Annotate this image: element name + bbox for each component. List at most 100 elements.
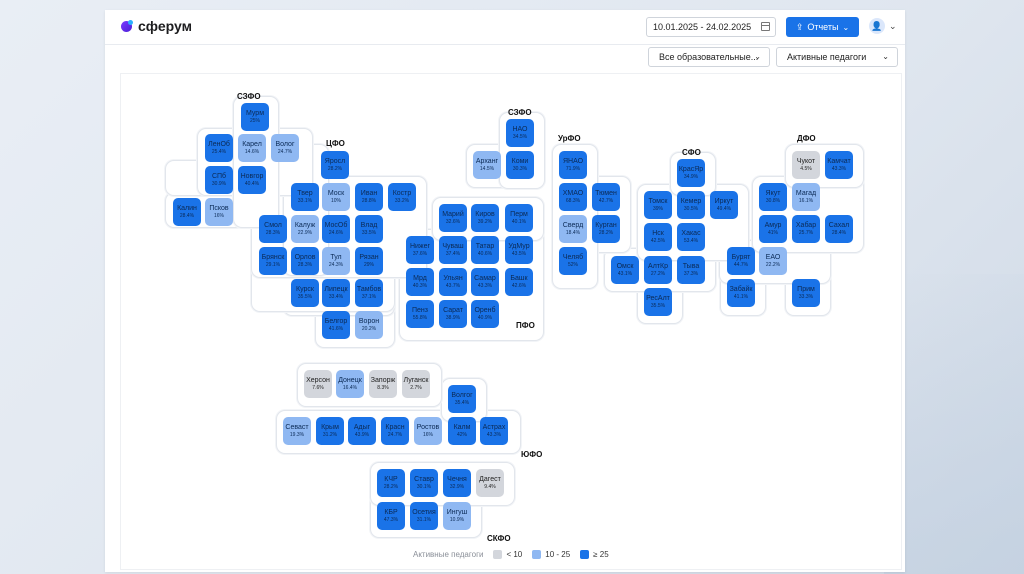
region-tile[interactable]: Тюмен 42.7% xyxy=(592,183,620,211)
region-tile[interactable]: Сарат 38.9% xyxy=(439,300,467,328)
region-tile[interactable]: Бурят 44.7% xyxy=(727,247,755,275)
region-tile[interactable]: Орлов 28.3% xyxy=(291,247,319,275)
region-tile[interactable]: ЕАО 22.2% xyxy=(759,247,787,275)
region-tile[interactable]: Костр 33.2% xyxy=(388,183,416,211)
region-tile[interactable]: Амур 41% xyxy=(759,215,787,243)
region-tile[interactable]: Луганск 2.7% xyxy=(402,370,430,398)
region-tile[interactable]: ХМАО 68.3% xyxy=(559,183,587,211)
region-tile[interactable]: ЯНАО 71.9% xyxy=(559,151,587,179)
region-tile[interactable]: Волгог 35.4% xyxy=(448,385,476,413)
region-tile[interactable]: Рязан 29% xyxy=(355,247,383,275)
region-tile[interactable]: Татар 40.6% xyxy=(471,236,499,264)
region-tile[interactable]: Башк 42.6% xyxy=(505,268,533,296)
region-tile[interactable]: Запорж 8.3% xyxy=(369,370,397,398)
region-tile[interactable]: Астрах 43.3% xyxy=(480,417,508,445)
region-tile[interactable]: Арханг 14.5% xyxy=(473,151,501,179)
region-tile[interactable]: Белгор 41.6% xyxy=(322,311,350,339)
region-tile[interactable]: Хабар 25.7% xyxy=(792,215,820,243)
region-tile[interactable]: Влад 33.5% xyxy=(355,215,383,243)
region-tile[interactable]: РесАлт 35.5% xyxy=(644,288,672,316)
region-tile[interactable]: Сахал 28.4% xyxy=(825,215,853,243)
region-tile[interactable]: Забайк 41.1% xyxy=(727,279,755,307)
region-tile[interactable]: Адыг 43.9% xyxy=(348,417,376,445)
region-tile[interactable]: УдМур 43.5% xyxy=(505,236,533,264)
user-avatar-icon[interactable]: 👤 xyxy=(869,18,885,34)
region-tile[interactable]: Ставр 30.1% xyxy=(410,469,438,497)
region-tile[interactable]: Коми 30.3% xyxy=(506,151,534,179)
region-tile[interactable]: Нск 42.5% xyxy=(644,223,672,251)
region-tile[interactable]: Нижег 37.6% xyxy=(406,236,434,264)
region-tile[interactable]: Мурм 25% xyxy=(241,103,269,131)
region-tile[interactable]: ЛенОб 25.4% xyxy=(205,134,233,162)
region-tile[interactable]: Самар 43.3% xyxy=(471,268,499,296)
calendar-icon[interactable] xyxy=(761,22,770,31)
region-name: Яросл xyxy=(324,157,346,165)
region-tile[interactable]: Ингуш 10.9% xyxy=(443,502,471,530)
region-tile[interactable]: Перм 40.1% xyxy=(505,204,533,232)
region-tile[interactable]: АлтКр 27.2% xyxy=(644,256,672,284)
region-tile[interactable]: Камчат 43.3% xyxy=(825,151,853,179)
region-tile[interactable]: Челяб 52% xyxy=(559,247,587,275)
region-tile[interactable]: Псков 16% xyxy=(205,198,233,226)
region-tile[interactable]: Моск 10% xyxy=(322,183,350,211)
region-tile[interactable]: КБР 47.3% xyxy=(377,502,405,530)
user-menu[interactable]: 👤 ⌄ xyxy=(869,18,897,34)
region-tile[interactable]: Дагест 9.4% xyxy=(476,469,504,497)
region-tile[interactable]: Смол 28.3% xyxy=(259,215,287,243)
metric-select[interactable]: Активные педагоги ⌄ xyxy=(776,47,898,67)
region-tile[interactable]: Курск 35.5% xyxy=(291,279,319,307)
region-tile[interactable]: Магад 16.1% xyxy=(792,183,820,211)
region-tile[interactable]: КЧР 28.2% xyxy=(377,469,405,497)
region-tile[interactable]: Чуваш 37.4% xyxy=(439,236,467,264)
region-tile[interactable]: Кемер 30.5% xyxy=(677,191,705,219)
region-tile[interactable]: Брянск 29.1% xyxy=(259,247,287,275)
region-tile[interactable]: Иван 28.8% xyxy=(355,183,383,211)
region-tile[interactable]: Ульян 43.7% xyxy=(439,268,467,296)
region-tile[interactable]: Твер 33.1% xyxy=(291,183,319,211)
region-tile[interactable]: Сверд 18.4% xyxy=(559,215,587,243)
region-tile[interactable]: Чукот 4.5% xyxy=(792,151,820,179)
region-tile[interactable]: КрасЯр 34.9% xyxy=(677,159,705,187)
brand-logo[interactable]: сферум xyxy=(121,18,192,34)
region-tile[interactable]: Тул 24.3% xyxy=(322,247,350,275)
region-tile[interactable]: Новгор 40.4% xyxy=(238,166,266,194)
region-tile[interactable]: Курган 28.2% xyxy=(592,215,620,243)
region-tile[interactable]: НАО 34.5% xyxy=(506,119,534,147)
region-tile[interactable]: Херсон 7.6% xyxy=(304,370,332,398)
region-tile[interactable]: Томск 39% xyxy=(644,191,672,219)
region-tile[interactable]: Севаст 19.3% xyxy=(283,417,311,445)
region-tile[interactable]: Киров 39.2% xyxy=(471,204,499,232)
region-tile[interactable]: Оренб 40.9% xyxy=(471,300,499,328)
org-select[interactable]: Все образовательные... ⌄ xyxy=(648,47,770,67)
region-tile[interactable]: Иркут 49.4% xyxy=(710,191,738,219)
region-tile[interactable]: МосОб 24.6% xyxy=(322,215,350,243)
region-tile[interactable]: Калм 42% xyxy=(448,417,476,445)
date-range-input[interactable]: 10.01.2025 - 24.02.2025 xyxy=(646,17,776,37)
region-tile[interactable]: Чечня 32.9% xyxy=(443,469,471,497)
region-tile[interactable]: Красн 24.7% xyxy=(381,417,409,445)
district-label: ЦФО xyxy=(326,139,345,148)
region-tile[interactable]: Тамбов 37.1% xyxy=(355,279,383,307)
region-tile[interactable]: Ростов 16% xyxy=(414,417,442,445)
region-tile[interactable]: Якут 30.8% xyxy=(759,183,787,211)
region-tile[interactable]: Тыва 37.3% xyxy=(677,256,705,284)
chevron-down-icon: ⌄ xyxy=(889,20,897,31)
region-tile[interactable]: Осетия 31.1% xyxy=(410,502,438,530)
region-tile[interactable]: Пенз 55.8% xyxy=(406,300,434,328)
region-tile[interactable]: Мрд 40.3% xyxy=(406,268,434,296)
region-tile[interactable]: Ворон 20.2% xyxy=(355,311,383,339)
region-tile[interactable]: СПб 30.9% xyxy=(205,166,233,194)
region-tile[interactable]: Калуж 22.9% xyxy=(291,215,319,243)
region-tile[interactable]: Донецк 16.4% xyxy=(336,370,364,398)
region-tile[interactable]: Хакас 53.4% xyxy=(677,223,705,251)
region-tile[interactable]: Яросл 28.2% xyxy=(321,151,349,179)
region-tile[interactable]: Калин 28.4% xyxy=(173,198,201,226)
region-tile[interactable]: Волог 24.7% xyxy=(271,134,299,162)
region-tile[interactable]: Крым 31.2% xyxy=(316,417,344,445)
reports-button[interactable]: ⇪ Отчеты ⌄ xyxy=(786,17,859,37)
region-tile[interactable]: Омск 43.1% xyxy=(611,256,639,284)
region-tile[interactable]: Марий 32.6% xyxy=(439,204,467,232)
region-tile[interactable]: Карел 14.6% xyxy=(238,134,266,162)
region-tile[interactable]: Липецк 33.4% xyxy=(322,279,350,307)
region-tile[interactable]: Прим 33.3% xyxy=(792,279,820,307)
